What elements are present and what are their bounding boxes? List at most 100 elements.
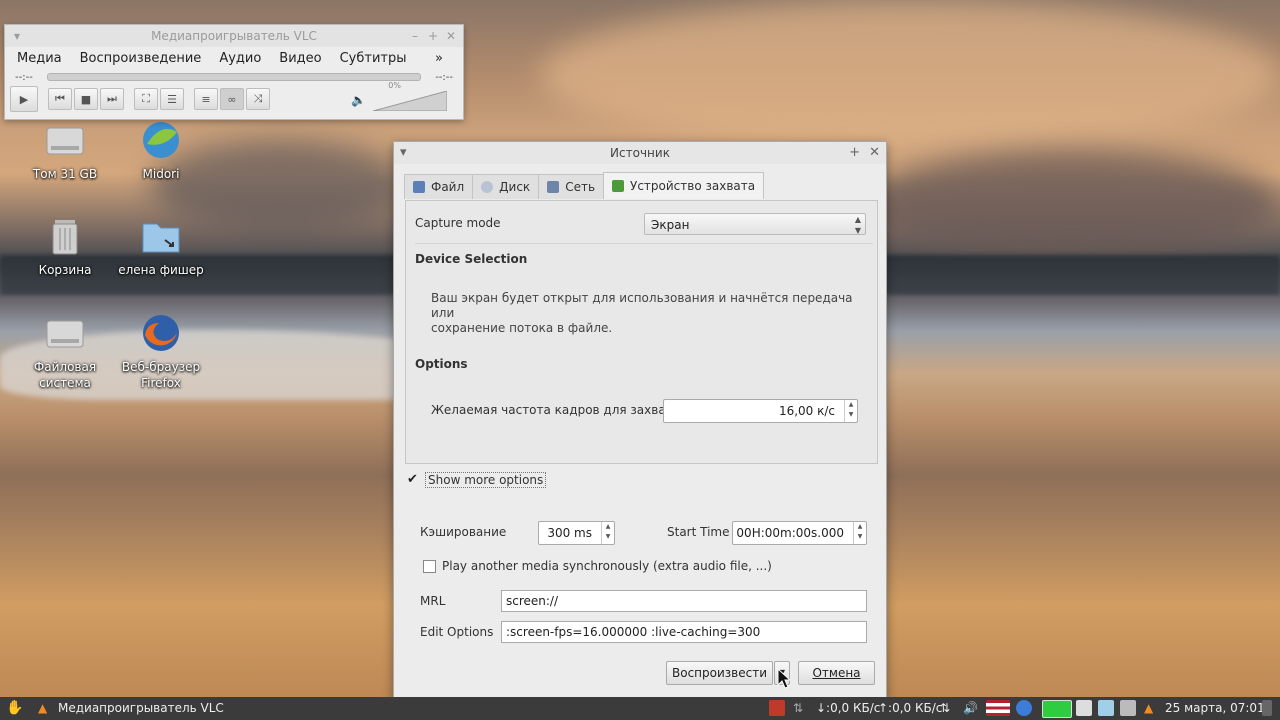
desktop-icon-midori[interactable]: Midori — [116, 120, 206, 182]
maximize-icon[interactable]: + — [425, 25, 441, 47]
cancel-button[interactable]: Отмена — [798, 661, 875, 685]
screenshot-icon[interactable] — [1098, 700, 1114, 716]
elapsed-time: --:-- — [15, 71, 33, 83]
playlist-button[interactable]: ≡ — [194, 88, 218, 110]
spin-arrows-icon[interactable]: ▲ ▼ — [853, 522, 866, 544]
framerate-spinbox[interactable]: 16,00 к/с ▲ ▼ — [663, 399, 858, 423]
sync-media-checkbox[interactable] — [423, 560, 436, 573]
capture-mode-value: Экран — [651, 218, 690, 232]
chevron-updown-icon: ▲ ▼ — [854, 215, 861, 235]
cpu-monitor-icon[interactable] — [1042, 700, 1072, 718]
shuffle-icon: ⤨ — [253, 92, 263, 105]
caching-label: Кэширование — [420, 525, 507, 539]
start-time-label: Start Time — [667, 525, 730, 539]
capture-mode-select[interactable]: Экран ▲ ▼ — [644, 213, 866, 235]
keyboard-layout-flag-icon[interactable] — [986, 700, 1010, 716]
window-menu-icon[interactable]: ▾ — [400, 142, 407, 164]
desktop-icon-label: Том 31 GB — [32, 167, 98, 181]
desktop-icon-firefox[interactable]: Веб-браузер Firefox — [116, 313, 206, 391]
next-icon: ⏭ — [107, 92, 117, 105]
show-desktop-button[interactable] — [1262, 700, 1272, 716]
play-button[interactable]: ▶ — [10, 86, 38, 112]
volume-control[interactable]: 🔈 0% — [351, 81, 447, 113]
file-icon — [413, 181, 425, 193]
framerate-value: 16,00 к/с — [778, 404, 835, 418]
menu-overflow-button[interactable]: » — [435, 51, 443, 66]
vlc-tray-icon[interactable]: ▲ — [1144, 697, 1153, 720]
stop-button[interactable]: ■ — [74, 88, 98, 110]
playlist-icon: ≡ — [201, 92, 211, 106]
midori-icon — [139, 120, 183, 160]
minimize-icon[interactable]: – — [407, 25, 423, 47]
clipboard-icon[interactable] — [1076, 700, 1092, 716]
previous-button[interactable]: ⏮ — [48, 88, 72, 110]
capture-icon — [612, 180, 625, 192]
window-menu-icon[interactable]: ▾ — [9, 25, 25, 47]
menu-playback[interactable]: Воспроизведение — [80, 51, 202, 66]
play-button[interactable]: Воспроизвести — [666, 661, 773, 685]
fullscreen-button[interactable]: ⛶ — [134, 88, 158, 110]
taskbar-window-vlc[interactable]: Медиапроигрыватель VLC — [58, 697, 224, 720]
desktop-icon-volume[interactable]: Том 31 GB — [20, 120, 110, 182]
spin-arrows-icon[interactable]: ▲ ▼ — [601, 522, 614, 544]
tab-disc[interactable]: Диск — [472, 174, 540, 199]
firefox-icon — [139, 313, 183, 353]
menu-video[interactable]: Видео — [279, 51, 321, 66]
spin-arrows-icon[interactable]: ▲ ▼ — [844, 400, 857, 422]
tab-file[interactable]: Файл — [404, 174, 474, 199]
mrl-field[interactable]: screen:// — [501, 590, 867, 612]
stop-icon: ■ — [80, 92, 92, 106]
menu-media[interactable]: Медиа — [17, 51, 62, 66]
network-arrows-icon[interactable]: ⇅ — [793, 697, 803, 720]
tab-capture-device[interactable]: Устройство захвата — [603, 172, 765, 199]
net-upload-speed: ↑:0,0 КБ/с — [878, 701, 943, 715]
network-arrows-icon[interactable]: ⇅ — [940, 697, 950, 720]
close-icon[interactable]: ✕ — [443, 25, 459, 47]
vlc-window: ▾ Медиапроигрыватель VLC – + ✕ Медиа Вос… — [4, 24, 464, 120]
extended-settings-button[interactable]: ☰ — [160, 88, 184, 110]
disc-icon — [481, 181, 494, 193]
vlc-menubar: Медиа Воспроизведение Аудио Видео Субтит… — [5, 47, 463, 69]
options-heading: Options — [415, 357, 468, 371]
record-icon[interactable] — [769, 700, 785, 716]
dialog-title: Источник — [610, 146, 670, 160]
loop-icon: ∞ — [227, 92, 237, 106]
seek-slider[interactable] — [46, 73, 422, 81]
maximize-icon[interactable]: + — [849, 142, 860, 164]
capture-mode-label: Capture mode — [415, 216, 501, 230]
fullscreen-icon: ⛶ — [142, 92, 150, 105]
start-menu-icon[interactable]: ✋ — [6, 697, 23, 720]
next-button[interactable]: ⏭ — [100, 88, 124, 110]
caching-value: 300 ms — [547, 526, 592, 540]
show-more-checkbox[interactable]: ✔ — [407, 473, 418, 486]
tab-network[interactable]: Сеть — [538, 174, 605, 199]
playback-controls: ▶ ⏮ ■ ⏭ ⛶ ☰ ≡ ∞ ⤨ 🔈 0% — [5, 81, 463, 113]
volume-icon[interactable]: 🔊 — [963, 697, 978, 720]
net-download-speed: ↓:0,0 КБ/с — [816, 701, 881, 715]
close-icon[interactable]: ✕ — [869, 142, 880, 164]
window-list-icon[interactable] — [1120, 700, 1136, 716]
desktop-icon-label: Midori — [142, 167, 180, 181]
desktop-icon-home-folder[interactable]: елена фишер — [116, 216, 206, 278]
edit-options-field[interactable]: :screen-fps=16.000000 :live-caching=300 — [501, 621, 867, 643]
clock[interactable]: 25 марта, 07:01 — [1165, 697, 1265, 720]
mrl-label: MRL — [420, 594, 446, 608]
menu-audio[interactable]: Аудио — [219, 51, 261, 66]
desktop-icon-filesystem[interactable]: Файловая система — [20, 313, 110, 391]
dialog-titlebar[interactable]: ▾ Источник + ✕ — [394, 142, 886, 164]
description-line: сохранение потока в файле. — [431, 321, 613, 335]
caching-spinbox[interactable]: 300 ms ▲ ▼ — [538, 521, 615, 545]
drive-icon — [43, 313, 87, 353]
show-more-label[interactable]: Show more options — [425, 472, 547, 488]
globe-icon[interactable] — [1016, 700, 1032, 716]
start-time-spinbox[interactable]: 00H:00m:00s.000 ▲ ▼ — [732, 521, 867, 545]
shuffle-button[interactable]: ⤨ — [246, 88, 270, 110]
menu-subtitles[interactable]: Субтитры — [340, 51, 407, 66]
network-icon — [547, 181, 560, 193]
tab-label: Сеть — [565, 180, 596, 194]
source-dialog: ▾ Источник + ✕ Файл Диск Сеть Устройство… — [393, 141, 887, 699]
vlc-titlebar[interactable]: ▾ Медиапроигрыватель VLC – + ✕ — [5, 25, 463, 47]
desktop-icon-trash[interactable]: Корзина — [20, 216, 110, 278]
loop-button[interactable]: ∞ — [220, 88, 244, 110]
sync-media-label: Play another media synchronously (extra … — [442, 559, 772, 573]
